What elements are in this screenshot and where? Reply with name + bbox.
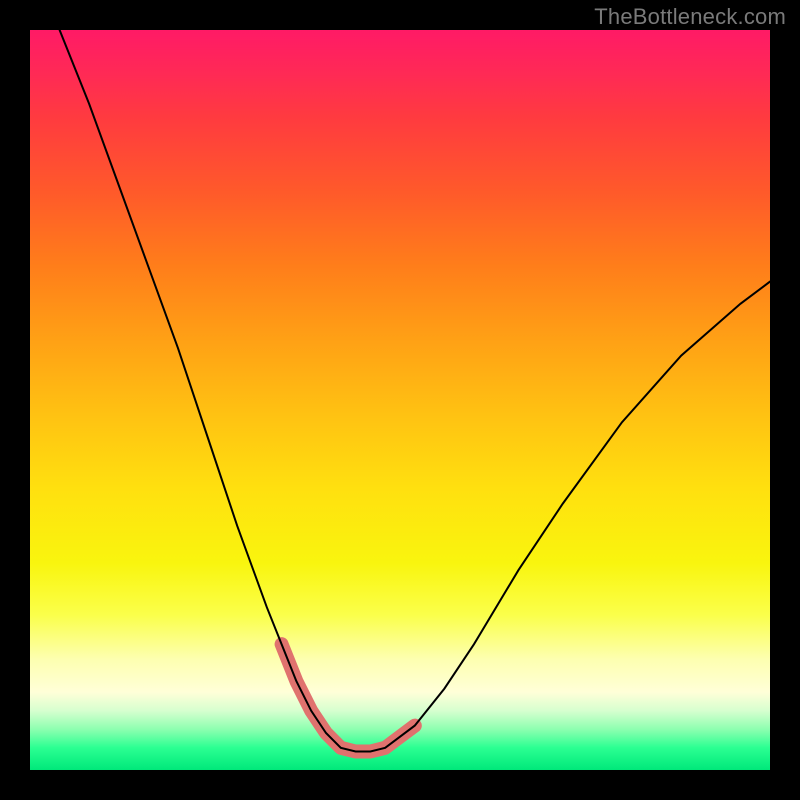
plot-area — [30, 30, 770, 770]
optimal-range-highlight — [282, 644, 415, 751]
chart-frame: TheBottleneck.com — [0, 0, 800, 800]
bottleneck-curve — [60, 30, 770, 752]
watermark-text: TheBottleneck.com — [594, 4, 786, 30]
plot-svg — [30, 30, 770, 770]
